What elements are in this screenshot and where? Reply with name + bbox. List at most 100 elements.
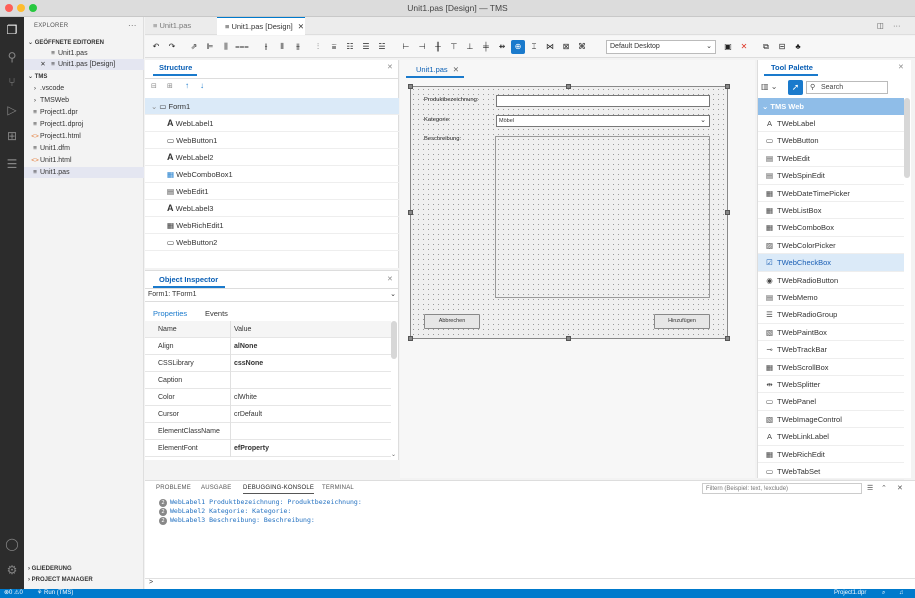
tab-unit1-design[interactable]: ≡ Unit1.pas [Design] ✕ xyxy=(217,17,305,35)
resize-handle[interactable] xyxy=(566,84,571,89)
source-control-icon[interactable]: ⑂ xyxy=(0,75,24,89)
palette-category[interactable]: ⌄ TMS Web xyxy=(758,98,904,115)
size-width-icon[interactable]: ⌶ xyxy=(527,40,541,54)
space-inc-icon[interactable]: ⫵ xyxy=(291,40,305,54)
arrow-up-icon[interactable]: ↑ xyxy=(185,81,189,90)
tab-properties[interactable]: Properties xyxy=(153,309,187,318)
problems-status[interactable]: ⊗0 ⚠0 xyxy=(4,589,23,598)
align-rights-icon[interactable]: ⊣ xyxy=(415,40,429,54)
palette-item[interactable]: ▭ TWebPanel xyxy=(758,393,904,411)
resize-handle[interactable] xyxy=(408,336,413,341)
tab-terminal[interactable]: TERMINAL xyxy=(322,485,354,491)
file-item[interactable]: ≡ Project1.dproj xyxy=(24,119,144,130)
size-both-icon[interactable]: ⊠ xyxy=(559,40,573,54)
palette-item[interactable]: ▦ TWebDateTimePicker xyxy=(758,185,904,202)
webrichedit1[interactable] xyxy=(495,136,710,298)
align-vcenter-icon[interactable]: ╪ xyxy=(479,40,493,54)
resize-handle[interactable] xyxy=(725,84,730,89)
file-item[interactable]: <>Project1.html xyxy=(24,131,144,142)
tree-item[interactable]: A WebLabel3 xyxy=(145,200,399,217)
palette-item[interactable]: ▨ TWebColorPicker xyxy=(758,237,904,255)
project-section[interactable]: ⌄ TMS xyxy=(28,73,47,80)
tab-debug-console[interactable]: DEBUGGING-KONSOLE xyxy=(243,485,315,494)
tab-events[interactable]: Events xyxy=(205,309,228,318)
tree-item[interactable]: ▦ WebRichEdit1 xyxy=(145,217,399,234)
palette-item[interactable]: ▦ TWebRichEdit xyxy=(758,446,904,463)
maximize-window-button[interactable] xyxy=(29,4,37,12)
palette-item[interactable]: ▤ TWebEdit xyxy=(758,150,904,168)
resize-handle[interactable] xyxy=(408,84,413,89)
open-editor-item[interactable]: ✕ ≡ Unit1.pas [Design] xyxy=(24,59,144,70)
files-icon[interactable]: ❐ xyxy=(0,23,24,37)
scale-icon[interactable]: ⌘ xyxy=(575,40,589,54)
palette-item[interactable]: ☰ TWebRadioGroup xyxy=(758,306,904,324)
tab-order-icon[interactable]: ⧉ xyxy=(759,40,773,54)
console-prompt[interactable]: > xyxy=(149,579,153,586)
project-manager-section[interactable]: › PROJECT MANAGER xyxy=(28,577,93,583)
redo-icon[interactable]: ↷ xyxy=(165,40,179,54)
filter-input[interactable]: Filtern (Beispiel: text, !exclude) xyxy=(702,483,862,494)
palette-item[interactable]: ⊸ TWebTrackBar xyxy=(758,341,904,359)
delete-icon[interactable]: ✕ xyxy=(737,40,751,54)
size-height-icon[interactable]: ⋈ xyxy=(543,40,557,54)
tree-item[interactable]: A WebLabel1 xyxy=(145,115,399,132)
component-select[interactable]: Form1: TForm1 ⌄ xyxy=(145,288,399,302)
space-h-icon[interactable]: ⫲ xyxy=(259,40,273,54)
vspace-inc-icon[interactable]: ☰ xyxy=(359,40,373,54)
property-row[interactable]: CSSLibrary cssNone xyxy=(145,355,391,372)
palette-item[interactable]: ▦ TWebListBox xyxy=(758,202,904,220)
tree-item[interactable]: A WebLabel2 xyxy=(145,149,399,166)
close-icon[interactable]: ✕ xyxy=(38,59,48,70)
resize-handle[interactable] xyxy=(566,336,571,341)
space-dec-icon[interactable]: ⫶ xyxy=(311,40,325,54)
close-icon[interactable]: ✕ xyxy=(898,63,904,71)
palette-scrollbar[interactable] xyxy=(904,98,910,178)
tree-item[interactable]: ▤ WebEdit1 xyxy=(145,183,399,200)
palette-item[interactable]: ▭ TWebButton xyxy=(758,132,904,150)
align-grid-icon[interactable]: ⇗ xyxy=(187,40,201,54)
resize-handle[interactable] xyxy=(408,210,413,215)
label-beschreibung[interactable]: Beschreibung: xyxy=(424,136,461,142)
label-kategorie[interactable]: Kategorie: xyxy=(424,117,450,123)
expand-icon[interactable]: ⊞ xyxy=(167,82,173,90)
folder-item[interactable]: › TMSWeb xyxy=(24,95,144,106)
close-window-button[interactable] xyxy=(5,4,13,12)
open-editor-item[interactable]: ≡ Unit1.pas xyxy=(24,48,144,59)
property-row[interactable]: Align alNone xyxy=(145,338,391,355)
hierarchy-icon[interactable]: ♣ xyxy=(791,40,805,54)
folder-item[interactable]: › .vscode xyxy=(24,83,144,94)
list-icon[interactable]: ☰ xyxy=(0,157,24,171)
align-centers-icon[interactable]: ╫ xyxy=(431,40,445,54)
vspace-dec-icon[interactable]: ☱ xyxy=(375,40,389,54)
vspace-icon[interactable]: ⩸ xyxy=(327,40,341,54)
undo-icon[interactable]: ↶ xyxy=(149,40,163,54)
tree-item-form1[interactable]: ⌄ ▭ Form1 xyxy=(145,98,399,115)
webedit1[interactable] xyxy=(496,95,710,107)
file-item[interactable]: ≡ Project1.dpr xyxy=(24,107,144,118)
palette-item[interactable]: ▧ TWebImageControl xyxy=(758,411,904,429)
bell-icon[interactable]: ♫ xyxy=(899,589,904,598)
close-icon[interactable]: ✕ xyxy=(298,22,304,31)
chevron-up-icon[interactable]: ⌃ xyxy=(881,484,887,492)
open-editors-section[interactable]: ⌄ GEÖFFNETE EDITOREN xyxy=(28,39,104,46)
webcombobox1[interactable]: Möbel ⌄ xyxy=(496,115,710,127)
palette-search-input[interactable]: ⚲ Search xyxy=(806,81,888,94)
file-item[interactable]: <>Unit1.html xyxy=(24,155,144,166)
split-editor-icon[interactable]: ◫ xyxy=(877,17,891,35)
collapse-icon[interactable]: ⊟ xyxy=(151,82,157,90)
designer-tab[interactable]: Unit1.pas ✕ xyxy=(416,65,459,74)
property-row[interactable]: Color clWhite xyxy=(145,389,391,406)
feedback-icon[interactable]: ⌕ xyxy=(882,589,885,598)
close-icon[interactable]: ✕ xyxy=(387,275,393,283)
space-equal-icon[interactable]: ⫴ xyxy=(275,40,289,54)
label-produktbezeichnung[interactable]: Produktbezeichnung: xyxy=(424,97,478,103)
close-icon[interactable]: ✕ xyxy=(897,484,903,492)
chevron-down-icon[interactable]: ⌄ xyxy=(391,451,396,458)
account-icon[interactable]: ◯ xyxy=(0,537,24,551)
align-bottoms-icon[interactable]: ⊥ xyxy=(463,40,477,54)
property-row[interactable]: Cursor crDefault xyxy=(145,406,391,423)
run-status[interactable]: ⚘ Run (TMS) xyxy=(37,589,73,598)
tree-item[interactable]: ▭ WebButton1 xyxy=(145,132,399,149)
platform-select[interactable]: Default Desktop ⌄ xyxy=(606,40,716,54)
resize-handle[interactable] xyxy=(725,336,730,341)
